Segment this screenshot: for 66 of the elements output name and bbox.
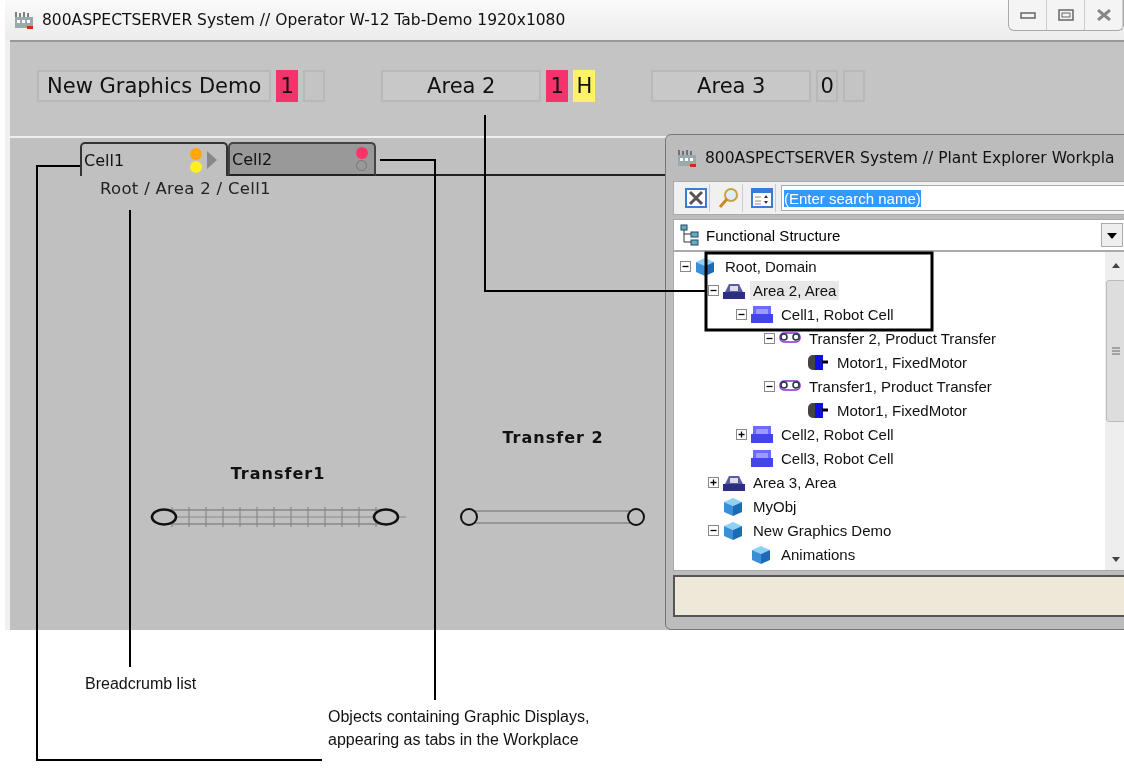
tree-item[interactable]: Cell1, Robot Cell bbox=[778, 304, 897, 324]
breadcrumb[interactable]: Root / Area 2 / Cell1 bbox=[100, 179, 271, 198]
tree-item[interactable]: Motor1, FixedMotor bbox=[834, 400, 971, 420]
callout-text: Objects containing Graphic Displays, appearing as tabs in the Workplace bbox=[328, 707, 591, 750]
scrollbar[interactable] bbox=[1105, 252, 1124, 570]
display-tab[interactable]: Cell2 bbox=[228, 142, 376, 176]
minus-icon bbox=[708, 284, 719, 296]
alarm-count: 1 bbox=[546, 70, 569, 102]
callout-text: Breadcrumb list bbox=[85, 674, 197, 694]
tree-item[interactable]: Transfer1, Product Transfer bbox=[806, 376, 995, 396]
minus-icon bbox=[680, 260, 691, 272]
window-title: 800ASPECTSERVER System // Operator W-12 Tab-Demo 1920x1080 bbox=[42, 11, 566, 29]
tree-item[interactable]: Cell2, Robot Cell bbox=[778, 424, 897, 444]
search-icon bbox=[717, 187, 740, 209]
tree-item[interactable]: MyObj bbox=[750, 496, 800, 516]
list-view-icon bbox=[750, 188, 773, 208]
clear-icon bbox=[684, 188, 707, 208]
tree-item[interactable]: Animations bbox=[778, 544, 859, 564]
window-title: 800ASPECTSERVER System // Plant Explorer Workpla bbox=[705, 149, 1115, 167]
app-icon bbox=[14, 10, 34, 30]
collapse-toggle[interactable] bbox=[764, 332, 775, 344]
collapse-toggle[interactable] bbox=[708, 284, 719, 296]
clear-button[interactable] bbox=[682, 184, 710, 212]
robot-cell-icon bbox=[750, 423, 774, 445]
collapse-toggle[interactable] bbox=[764, 380, 775, 392]
tab-label: Cell1 bbox=[84, 150, 125, 170]
tree-item[interactable]: Area 2, Area bbox=[750, 280, 840, 300]
scroll-down-icon bbox=[1110, 554, 1122, 564]
tree-item[interactable]: Root, Domain bbox=[722, 256, 820, 276]
tree-item[interactable]: New Graphics Demo bbox=[750, 520, 895, 540]
alarm-group-button[interactable]: New Graphics Demo bbox=[37, 70, 272, 102]
expand-toggle[interactable] bbox=[736, 428, 747, 440]
minus-icon bbox=[708, 524, 719, 536]
display-label: Transfer1 bbox=[230, 464, 326, 483]
close-icon bbox=[1095, 9, 1112, 21]
minus-icon bbox=[764, 332, 775, 344]
expand-toggle[interactable] bbox=[708, 476, 719, 488]
view-button[interactable] bbox=[748, 184, 776, 212]
tree-item[interactable]: Cell3, Robot Cell bbox=[778, 448, 897, 468]
alarm-group-button[interactable]: Area 3 bbox=[651, 70, 812, 102]
scroll-thumb[interactable] bbox=[1106, 280, 1124, 422]
tab-label: Cell2 bbox=[232, 149, 273, 169]
grip-icon bbox=[1111, 346, 1121, 356]
alarm-group-button[interactable]: Area 2 bbox=[381, 70, 542, 102]
display-tab[interactable]: Cell1 bbox=[80, 142, 228, 176]
robot-cell-icon bbox=[750, 303, 774, 325]
structure-icon bbox=[680, 224, 700, 246]
collapse-toggle[interactable] bbox=[708, 524, 719, 536]
plus-icon bbox=[736, 428, 747, 440]
app-icon bbox=[677, 148, 697, 168]
plus-icon bbox=[708, 476, 719, 488]
tree-item[interactable]: Motor1, FixedMotor bbox=[834, 352, 971, 372]
tree-item[interactable]: Transfer 2, Product Transfer bbox=[806, 328, 1000, 348]
tree-item[interactable]: Area 3, Area bbox=[750, 472, 840, 492]
structure-dropdown[interactable]: Functional Structure bbox=[673, 219, 1124, 251]
alarm-count: 1 bbox=[276, 70, 299, 102]
alarm-count: H bbox=[573, 70, 596, 102]
collapse-toggle[interactable] bbox=[680, 260, 691, 272]
maximize-icon bbox=[1057, 9, 1074, 21]
alarm-count: 0 bbox=[816, 70, 839, 102]
minus-icon bbox=[764, 380, 775, 392]
minimize-icon bbox=[1019, 10, 1036, 20]
robot-cell-icon bbox=[750, 447, 774, 469]
collapse-toggle[interactable] bbox=[736, 308, 747, 320]
display-label: Transfer 2 bbox=[502, 428, 604, 447]
minus-icon bbox=[736, 308, 747, 320]
